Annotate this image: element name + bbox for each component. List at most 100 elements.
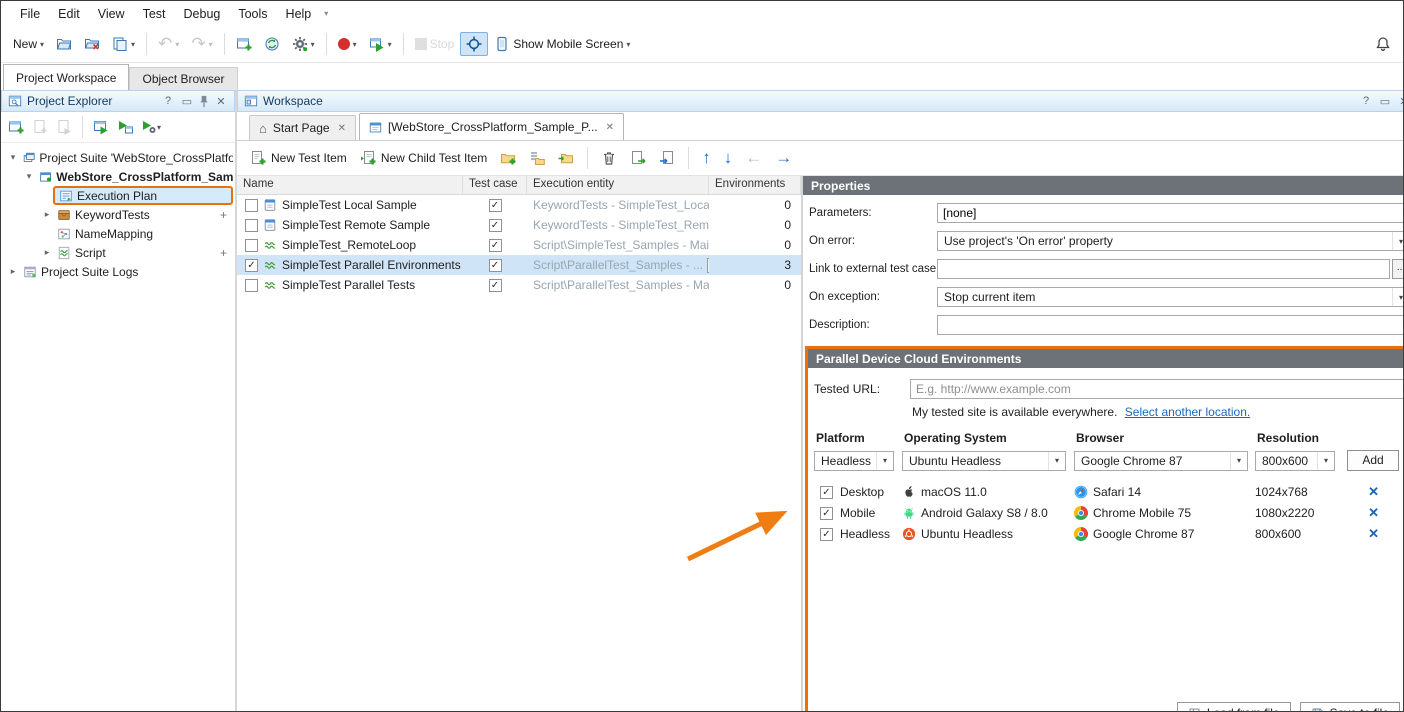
tree-node-project-suite[interactable]: ▾ Project Suite 'WebStore_CrossPlatform.… bbox=[1, 148, 235, 167]
run-with-options-button[interactable]: ▾ bbox=[138, 116, 164, 138]
row-enabled-checkbox[interactable] bbox=[245, 199, 258, 212]
redo-button[interactable]: ↷ ▾ bbox=[185, 32, 218, 56]
table-row[interactable]: SimpleTest Remote Sample ✓ KeywordTests … bbox=[237, 215, 801, 235]
environment-checkbox[interactable]: ✓ bbox=[820, 507, 833, 520]
run-project-suite-button[interactable] bbox=[90, 116, 112, 138]
move-down-button[interactable]: ↓ bbox=[719, 147, 738, 169]
column-header-test-case[interactable]: Test case bbox=[463, 176, 527, 194]
load-from-file-button[interactable]: Load from file bbox=[1177, 702, 1291, 712]
menu-view[interactable]: View bbox=[89, 3, 134, 25]
move-to-group-button[interactable] bbox=[553, 147, 579, 169]
close-icon[interactable]: ✕ bbox=[214, 95, 228, 108]
add-environment-button[interactable]: Add bbox=[1347, 450, 1399, 471]
row-enabled-checkbox[interactable] bbox=[245, 239, 258, 252]
tab-object-browser[interactable]: Object Browser bbox=[129, 67, 237, 90]
environment-checkbox[interactable]: ✓ bbox=[820, 528, 833, 541]
add-new-item-button[interactable] bbox=[230, 32, 258, 56]
table-row[interactable]: SimpleTest_RemoteLoop ✓ Script\SimpleTes… bbox=[237, 235, 801, 255]
table-row[interactable]: SimpleTest Local Sample ✓ KeywordTests -… bbox=[237, 195, 801, 215]
environment-row[interactable]: ✓Mobile Android Galaxy S8 / 8.0 Chrome M… bbox=[814, 503, 1404, 523]
test-case-checkbox[interactable]: ✓ bbox=[489, 279, 502, 292]
show-mobile-screen-button[interactable]: Show Mobile Screen ▾ bbox=[488, 32, 636, 56]
close-tab-icon[interactable]: ✕ bbox=[606, 122, 614, 133]
close-tab-icon[interactable]: ✕ bbox=[338, 123, 346, 134]
resolution-select[interactable]: 800x600▾ bbox=[1255, 451, 1335, 471]
tree-node-script[interactable]: ▸ Script + bbox=[1, 243, 235, 262]
environment-row[interactable]: ✓Desktop macOS 11.0 Safari 14 1024x768 ✕ bbox=[814, 482, 1404, 502]
select-another-location-link[interactable]: Select another location. bbox=[1125, 405, 1250, 419]
test-case-checkbox[interactable]: ✓ bbox=[489, 219, 502, 232]
row-enabled-checkbox[interactable] bbox=[245, 279, 258, 292]
menu-edit[interactable]: Edit bbox=[49, 3, 89, 25]
close-button[interactable] bbox=[78, 32, 106, 56]
stop-button[interactable]: Stop bbox=[409, 33, 461, 55]
point-and-fix-toggle[interactable] bbox=[460, 32, 488, 56]
close-icon[interactable]: ✕ bbox=[1397, 95, 1404, 108]
undo-button[interactable]: ↶ ▾ bbox=[152, 32, 185, 56]
remove-environment-button[interactable]: ✕ bbox=[1368, 505, 1379, 521]
test-case-checkbox[interactable]: ✓ bbox=[489, 259, 502, 272]
menu-file[interactable]: File bbox=[11, 3, 49, 25]
add-child-icon[interactable]: + bbox=[220, 208, 233, 222]
table-row-selected[interactable]: ✓ SimpleTest Parallel Environments ✓ Scr… bbox=[237, 255, 801, 275]
environment-checkbox[interactable]: ✓ bbox=[820, 486, 833, 499]
tree-node-namemapping[interactable]: NameMapping bbox=[1, 224, 235, 243]
new-button[interactable]: New ▾ bbox=[7, 33, 50, 55]
float-window-icon[interactable]: ▭ bbox=[180, 95, 194, 108]
record-button[interactable]: ▾ bbox=[332, 34, 363, 54]
menu-debug[interactable]: Debug bbox=[175, 3, 230, 25]
options-button[interactable]: ▾ bbox=[286, 32, 321, 56]
new-test-item-button[interactable]: New Test Item bbox=[245, 147, 352, 169]
web-testing-button[interactable] bbox=[258, 32, 286, 56]
tab-project-workspace[interactable]: Project Workspace bbox=[3, 64, 129, 90]
test-case-checkbox[interactable]: ✓ bbox=[489, 199, 502, 212]
expander-icon[interactable]: ▸ bbox=[7, 266, 19, 277]
tree-node-project[interactable]: ▾ WebStore_CrossPlatform_Sam... bbox=[1, 167, 235, 186]
tree-node-keywordtests[interactable]: ▸ KeywordTests + bbox=[1, 205, 235, 224]
new-child-test-item-button[interactable]: New Child Test Item bbox=[355, 147, 492, 169]
save-to-file-button[interactable]: Save to file bbox=[1300, 702, 1400, 712]
tested-url-input[interactable] bbox=[910, 379, 1404, 399]
row-enabled-checkbox[interactable] bbox=[245, 219, 258, 232]
on-exception-select[interactable]: Stop current item▾ bbox=[937, 287, 1404, 307]
indent-button[interactable]: → bbox=[770, 147, 797, 169]
operating-system-select[interactable]: Ubuntu Headless▾ bbox=[902, 451, 1066, 471]
tree-node-project-suite-logs[interactable]: ▸ Project Suite Logs bbox=[1, 262, 235, 281]
column-header-name[interactable]: Name bbox=[237, 176, 463, 194]
remove-environment-button[interactable]: ✕ bbox=[1368, 526, 1379, 542]
browser-select[interactable]: Google Chrome 87▾ bbox=[1074, 451, 1248, 471]
group-list-button[interactable] bbox=[524, 147, 550, 169]
remove-environment-button[interactable]: ✕ bbox=[1368, 484, 1379, 500]
open-button[interactable] bbox=[50, 32, 78, 56]
add-group-button[interactable] bbox=[495, 147, 521, 169]
outdent-button[interactable]: ← bbox=[740, 147, 767, 169]
float-window-icon[interactable]: ▭ bbox=[1378, 95, 1392, 108]
menu-test[interactable]: Test bbox=[134, 3, 175, 25]
expander-icon[interactable]: ▾ bbox=[23, 171, 35, 182]
tree-node-execution-plan[interactable]: Execution Plan bbox=[1, 186, 235, 205]
on-error-select[interactable]: Use project's 'On error' property▾ bbox=[937, 231, 1404, 251]
menubar-overflow-caret[interactable]: ▾ bbox=[324, 9, 328, 18]
environment-row[interactable]: ✓Headless Ubuntu Headless Google Chrome … bbox=[814, 524, 1404, 544]
add-existing-item-button[interactable] bbox=[29, 116, 51, 138]
save-all-button[interactable]: ▾ bbox=[106, 32, 141, 56]
column-header-execution-entity[interactable]: Execution entity bbox=[527, 176, 709, 194]
add-child-icon[interactable]: + bbox=[220, 246, 233, 260]
table-row[interactable]: SimpleTest Parallel Tests ✓ Script\Paral… bbox=[237, 275, 801, 295]
move-items-button[interactable] bbox=[654, 147, 680, 169]
menu-help[interactable]: Help bbox=[277, 3, 321, 25]
add-new-item-button[interactable] bbox=[5, 116, 27, 138]
delete-button[interactable] bbox=[596, 147, 622, 169]
tab-start-page[interactable]: ⌂ Start Page ✕ bbox=[249, 115, 356, 140]
platform-select[interactable]: Headless▾ bbox=[814, 451, 894, 471]
parameters-field[interactable] bbox=[937, 203, 1404, 223]
help-icon[interactable]: ? bbox=[161, 95, 175, 107]
copy-items-button[interactable] bbox=[625, 147, 651, 169]
notifications-button[interactable] bbox=[1369, 32, 1397, 56]
tab-execution-plan-editor[interactable]: [WebStore_CrossPlatform_Sample_P... ✕ bbox=[359, 113, 624, 140]
column-header-environments[interactable]: Environments bbox=[709, 176, 801, 194]
move-up-button[interactable]: ↑ bbox=[697, 147, 716, 169]
menu-tools[interactable]: Tools bbox=[229, 3, 276, 25]
expander-icon[interactable]: ▾ bbox=[7, 152, 19, 163]
expander-icon[interactable]: ▸ bbox=[41, 209, 53, 220]
